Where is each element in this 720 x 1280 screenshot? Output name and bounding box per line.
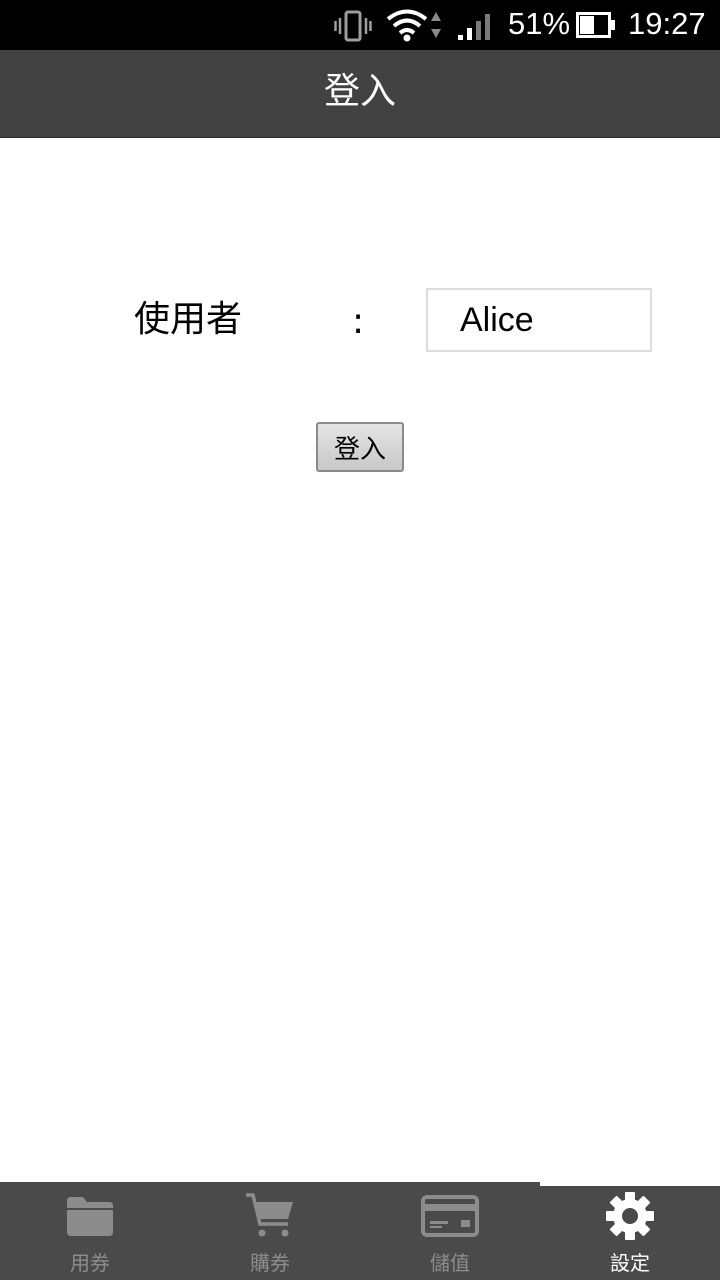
colon-separator: : <box>352 301 365 342</box>
username-input[interactable] <box>426 288 652 352</box>
gear-icon <box>606 1192 654 1240</box>
battery-icon <box>576 12 615 38</box>
signal-icon <box>458 14 490 40</box>
page-title: 登入 <box>323 71 396 112</box>
clock: 19:27 <box>628 6 706 41</box>
login-form: 使用者 : 登入 <box>0 138 720 1182</box>
status-bar: 51% 19:27 <box>0 0 720 50</box>
card-icon <box>421 1195 479 1237</box>
nav-item-settings[interactable]: 設定 <box>540 1182 720 1280</box>
nav-item-top-up[interactable]: 儲值 <box>360 1182 540 1280</box>
nav-item-use-voucher[interactable]: 用券 <box>0 1182 180 1280</box>
bottom-nav: 用券 購券 儲值 設定 <box>0 1182 720 1280</box>
nav-label-use-voucher: 用券 <box>70 1251 110 1275</box>
nav-label-settings: 設定 <box>610 1251 650 1275</box>
login-button[interactable]: 登入 <box>316 422 404 472</box>
nav-label-buy-voucher: 購券 <box>250 1251 290 1275</box>
user-label: 使用者 <box>134 299 243 340</box>
nav-label-top-up: 儲值 <box>430 1251 470 1275</box>
app-bar: 登入 <box>0 50 720 138</box>
folder-icon <box>67 1197 113 1236</box>
cart-icon <box>246 1193 293 1237</box>
vibrate-icon <box>334 10 372 42</box>
data-arrows-icon <box>431 12 441 38</box>
battery-percent: 51% <box>508 6 571 41</box>
wifi-icon <box>386 9 428 42</box>
nav-item-buy-voucher[interactable]: 購券 <box>180 1182 360 1280</box>
